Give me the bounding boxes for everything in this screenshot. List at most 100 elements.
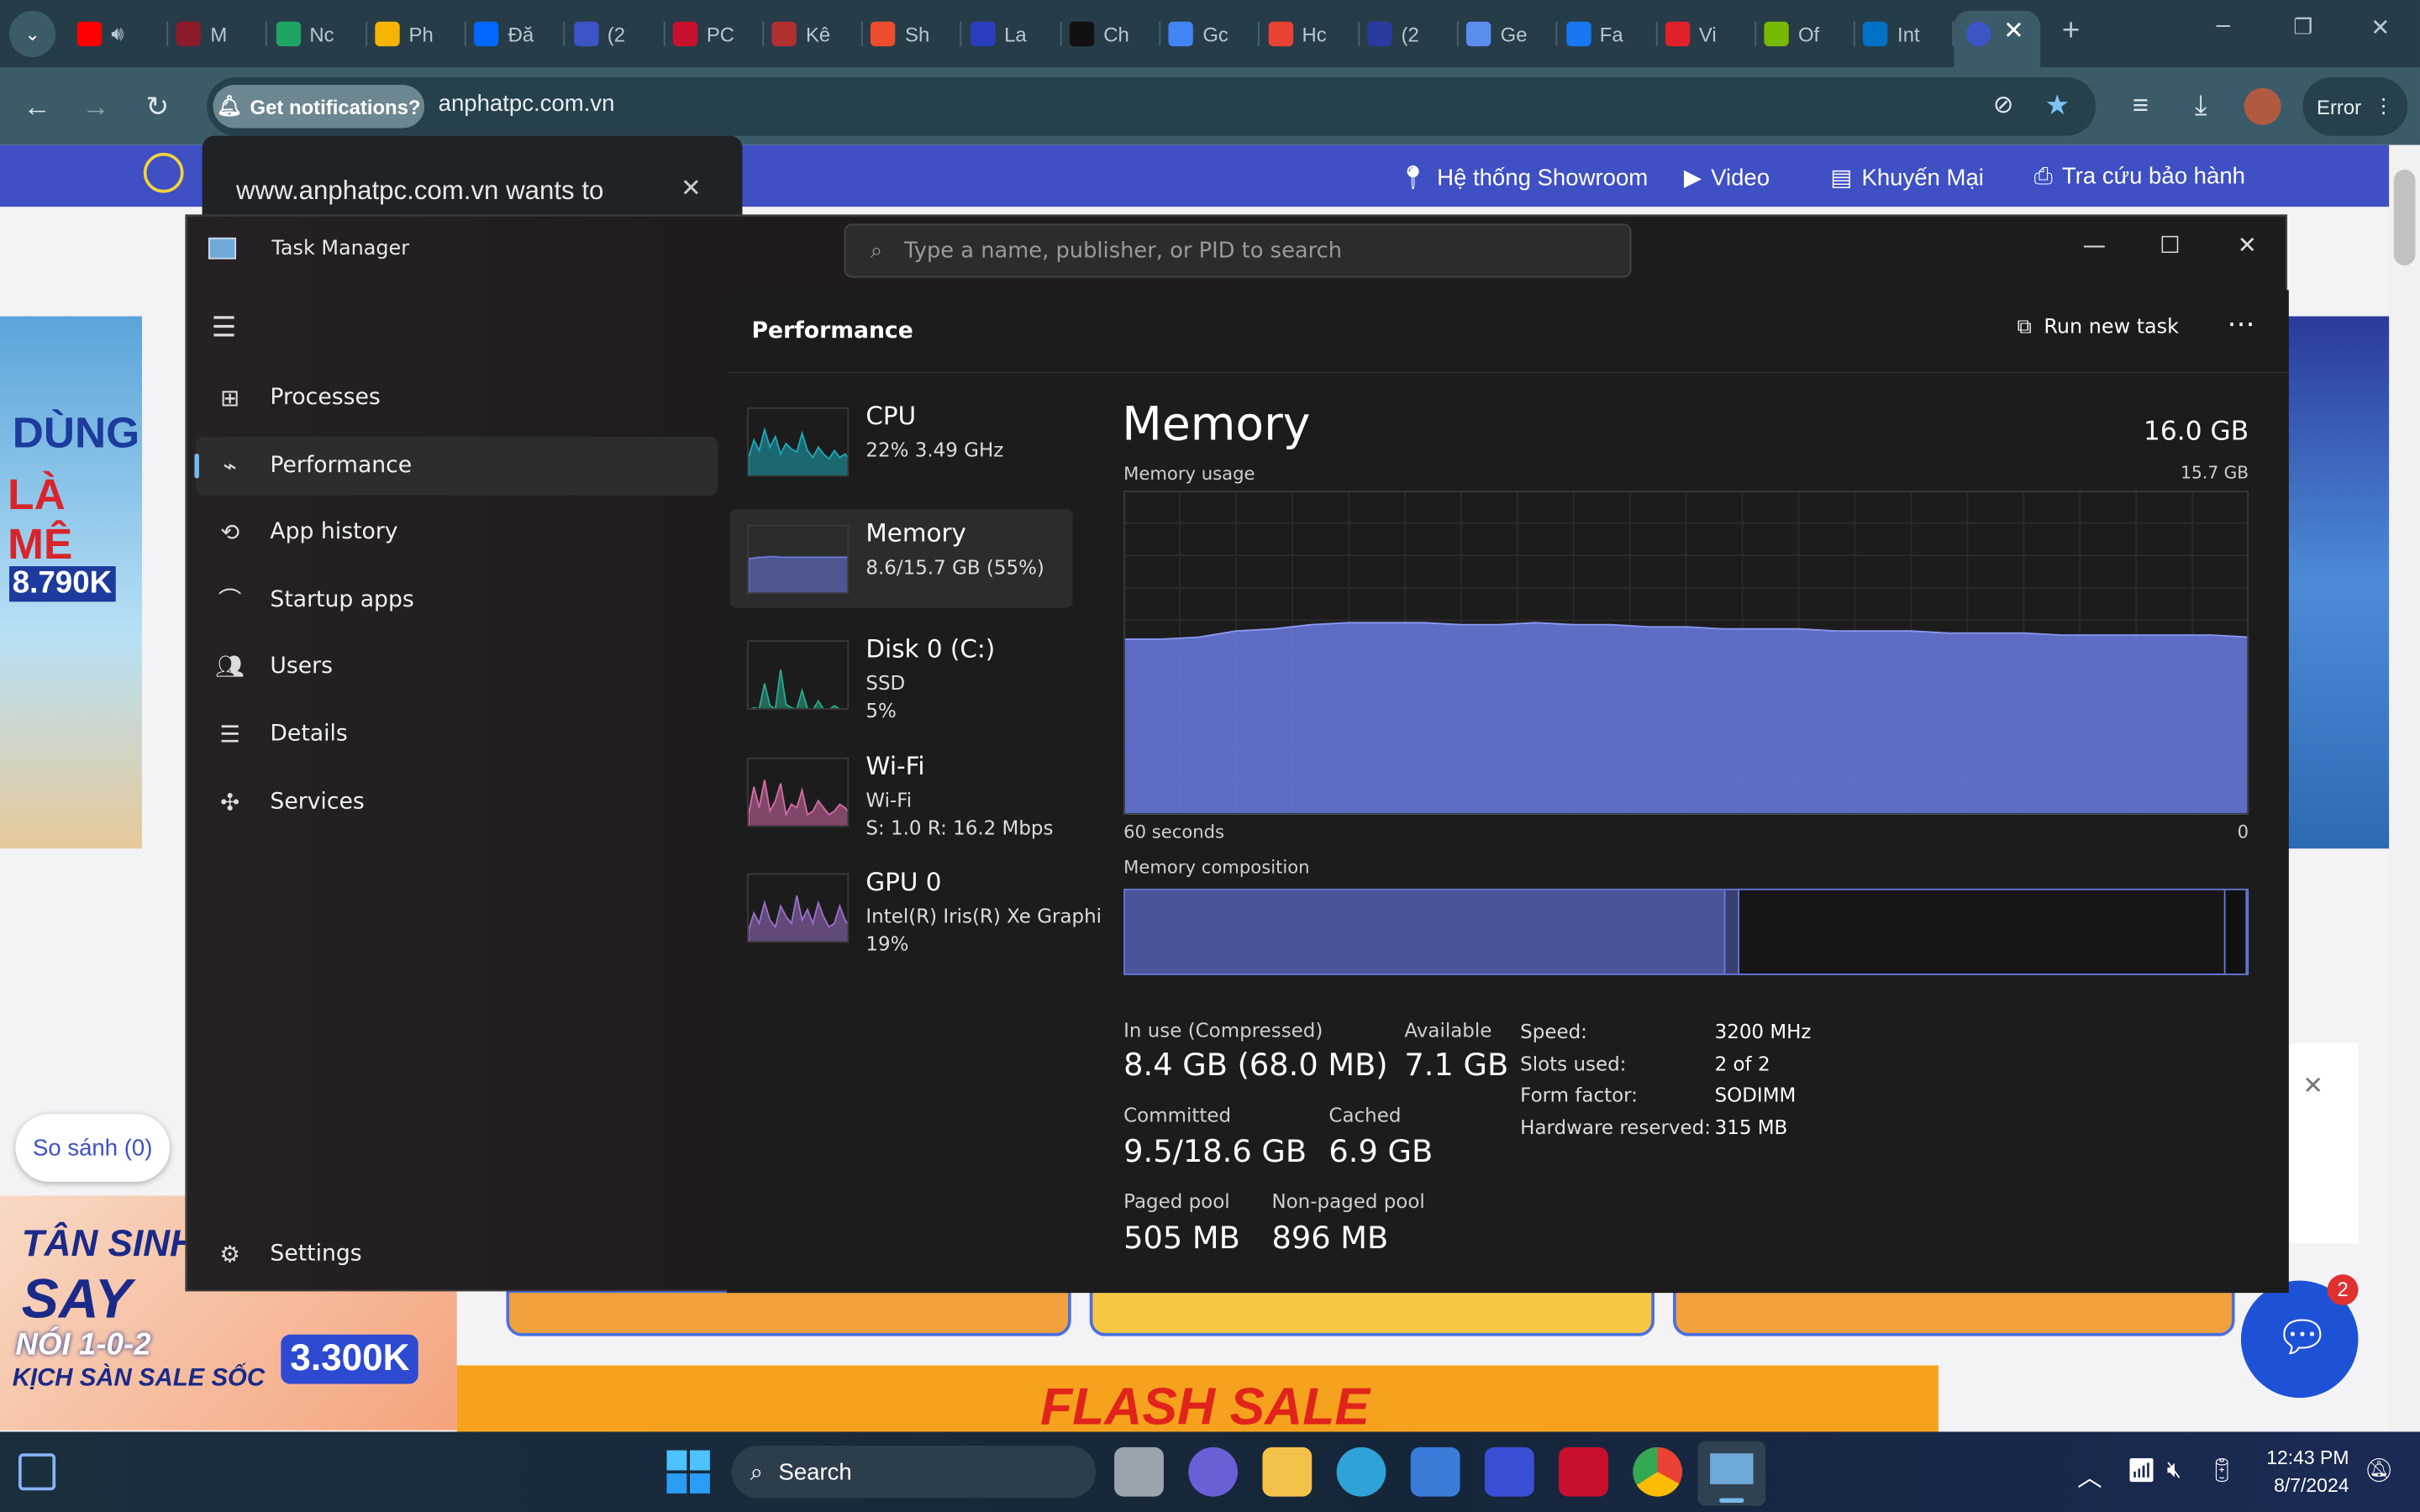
tab-search-button[interactable]: ⌄: [9, 10, 56, 57]
teams-icon[interactable]: [1188, 1446, 1239, 1497]
browser-tab[interactable]: PC: [672, 13, 734, 55]
browser-tab[interactable]: 🔊︎: [76, 13, 133, 55]
clock[interactable]: 12:43 PM 8/7/2024: [2256, 1444, 2349, 1499]
product-card[interactable]: [506, 1289, 1071, 1336]
nav-app-history[interactable]: ⟲ App history: [196, 503, 718, 562]
reload-icon[interactable]: ↻: [139, 91, 176, 122]
nav-video[interactable]: ▶ Video: [1684, 164, 1770, 192]
browser-tab[interactable]: Ph: [375, 13, 434, 55]
product-card[interactable]: [1089, 1289, 1655, 1336]
chrome-icon[interactable]: [1633, 1446, 1683, 1497]
browser-tab[interactable]: Sh: [871, 13, 929, 55]
browser-tab[interactable]: M: [176, 13, 227, 55]
nav-processes[interactable]: ⊞ Processes: [196, 369, 718, 428]
browser-tab[interactable]: Hc: [1268, 13, 1327, 55]
browser-tab[interactable]: Gc: [1168, 13, 1228, 55]
show-hidden-icons[interactable]: ︿: [2077, 1457, 2102, 1494]
browser-tab[interactable]: Int: [1863, 13, 1920, 55]
taskbar-search[interactable]: ⌕ Search: [731, 1446, 1097, 1499]
close-icon[interactable]: ✕: [681, 173, 702, 204]
scrollbar-thumb[interactable]: [2393, 170, 2416, 265]
nav-details[interactable]: ☰ Details: [196, 705, 718, 764]
more-options-icon[interactable]: ⋯: [2227, 308, 2254, 341]
close-button[interactable]: ✕: [2217, 225, 2278, 265]
device-gpu[interactable]: GPU 0 Intel(R) Iris(R) Xe Graphi 19%: [730, 858, 1102, 957]
pulse-icon: ⌁: [223, 451, 237, 480]
url-text[interactable]: anphatpc.com.vn: [439, 91, 615, 117]
favicon-icon: [573, 21, 598, 47]
close-window-button[interactable]: ✕: [2370, 14, 2390, 41]
nav-services[interactable]: ✣ Services: [196, 772, 718, 831]
stat-label: Paged pool: [1123, 1189, 1230, 1213]
minimize-button[interactable]: –: [2217, 13, 2230, 40]
task-manager-taskbar-button[interactable]: [1697, 1441, 1766, 1506]
nav-promotions[interactable]: ▤ Khuyến Mại: [1830, 164, 1984, 192]
hamburger-menu-icon[interactable]: ☰: [212, 312, 237, 344]
browser-tab[interactable]: Fa: [1565, 13, 1623, 55]
tab-close-icon[interactable]: ✕: [2003, 15, 2024, 46]
device-wi-fi[interactable]: Wi-Fi Wi-Fi S: 1.0 R: 16.2 Mbps: [730, 742, 1073, 841]
new-tab-button[interactable]: +: [2062, 14, 2080, 50]
right-banner-ad[interactable]: [2284, 316, 2390, 849]
stat-label: Committed: [1123, 1103, 1232, 1126]
browser-tab[interactable]: Kê: [771, 13, 830, 55]
close-icon[interactable]: ✕: [2302, 1071, 2323, 1102]
nav-performance[interactable]: ⌁ Performance: [194, 436, 718, 495]
edge-icon[interactable]: [1336, 1446, 1386, 1497]
spec-key: Speed:: [1520, 1020, 1587, 1043]
device-disk[interactable]: Disk 0 (C:) SSD 5%: [730, 625, 1073, 724]
back-icon[interactable]: ←: [18, 91, 55, 122]
nav-settings[interactable]: ⚙ Settings: [196, 1225, 718, 1284]
search-input[interactable]: ⌕ Type a name, publisher, or PID to searc…: [844, 223, 1632, 278]
minimize-button[interactable]: —: [2064, 225, 2125, 265]
battery-charging-icon[interactable]: 🔋︎: [2207, 1457, 2237, 1484]
browser-tab[interactable]: Vi: [1665, 13, 1717, 55]
task-view-icon[interactable]: [1114, 1446, 1164, 1497]
compare-button[interactable]: So sánh (0): [15, 1114, 171, 1182]
product-card[interactable]: [1673, 1289, 2235, 1336]
browser-tab[interactable]: Ge: [1466, 13, 1528, 55]
volume-muted-icon[interactable]: 🔇︎: [2167, 1457, 2181, 1483]
eye-off-icon[interactable]: ⊘: [1985, 91, 2022, 122]
tab-active[interactable]: ✕: [1954, 10, 2041, 68]
browser-tab[interactable]: (2: [1367, 13, 1419, 55]
spec-key: Slots used:: [1520, 1052, 1627, 1075]
bookmark-star-icon[interactable]: ★: [2039, 90, 2075, 121]
restore-button[interactable]: ❐: [2293, 14, 2312, 40]
browser-tab[interactable]: Of: [1764, 13, 1819, 55]
profile-status: Error: [2317, 94, 2362, 118]
browser-tab[interactable]: Đă: [474, 13, 534, 55]
start-button[interactable]: [666, 1450, 710, 1494]
notifications-snoozed-icon[interactable]: 🔕︎: [2365, 1457, 2394, 1484]
extension-icon[interactable]: [2244, 87, 2281, 125]
browser-tab[interactable]: Nc: [276, 13, 334, 55]
browser-tab[interactable]: (2: [573, 13, 625, 55]
nav-startup-apps[interactable]: ⌒ Startup apps: [196, 570, 718, 629]
app-icon[interactable]: [1484, 1446, 1534, 1497]
users-icon: 👥︎: [215, 653, 245, 681]
site-logo-icon: [143, 152, 184, 193]
download-icon[interactable]: ⤓: [2182, 90, 2219, 121]
task-manager-icon: [1710, 1453, 1754, 1484]
profile-error-button[interactable]: Error ⋮: [2302, 76, 2408, 136]
file-explorer-icon[interactable]: [1262, 1446, 1313, 1497]
mcafee-icon[interactable]: [1559, 1446, 1608, 1497]
nav-users[interactable]: 👥︎ Users: [196, 638, 718, 696]
nav-warranty[interactable]: ⎙ Tra cứu bảo hành: [2034, 164, 2245, 190]
browser-tab[interactable]: La: [970, 13, 1027, 55]
notification-chip[interactable]: 🔔︎ Get notifications?: [213, 85, 425, 129]
wifi-icon[interactable]: 📶︎: [2127, 1457, 2156, 1484]
flash-sale-banner[interactable]: FLASH SALE: [456, 1365, 1939, 1436]
nav-showroom[interactable]: 📍︎ Hệ thống Showroom: [1398, 164, 1648, 192]
left-banner-ad[interactable]: DÙNG LÀ MÊ 8.790K: [0, 316, 142, 849]
run-new-task-button[interactable]: ⧉ Run new task: [2018, 317, 2179, 340]
device-memory[interactable]: Memory 8.6/15.7 GB (55%): [729, 508, 1073, 607]
browser-tab[interactable]: Ch: [1069, 13, 1129, 55]
maximize-button[interactable]: ☐: [2139, 225, 2201, 265]
forward-icon[interactable]: →: [77, 91, 114, 122]
store-icon[interactable]: [1410, 1446, 1460, 1497]
widgets-icon[interactable]: [18, 1453, 56, 1491]
device-cpu[interactable]: CPU 22% 3.49 GHz: [730, 392, 1073, 491]
page-scrollbar[interactable]: [2389, 144, 2420, 1432]
media-queue-icon[interactable]: ≡: [2123, 90, 2160, 121]
